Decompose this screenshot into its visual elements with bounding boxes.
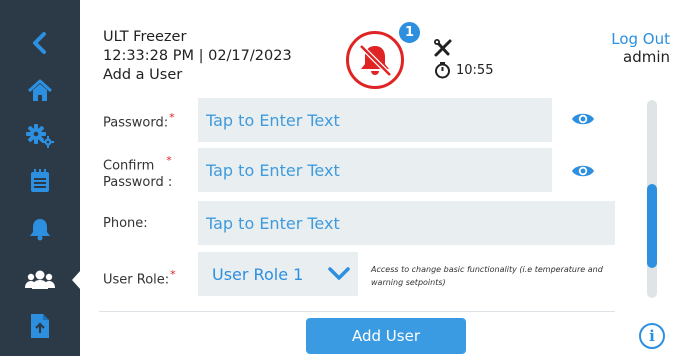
user-role-value: User Role 1 bbox=[212, 264, 304, 284]
password-input[interactable] bbox=[198, 98, 552, 142]
back-icon bbox=[33, 32, 46, 54]
bell-icon bbox=[30, 219, 50, 241]
password-label: Password:* bbox=[103, 111, 175, 131]
page-title: Add a User bbox=[103, 67, 183, 83]
sidebar bbox=[0, 0, 81, 356]
required-mark: * bbox=[166, 154, 172, 167]
confirm-password-input[interactable] bbox=[198, 148, 552, 192]
device-name: ULT Freezer bbox=[103, 29, 187, 45]
info-icon[interactable]: i bbox=[639, 323, 665, 349]
alarm-button[interactable] bbox=[346, 31, 404, 89]
home-button[interactable] bbox=[0, 67, 80, 115]
show-confirm-password-icon[interactable] bbox=[571, 162, 595, 180]
alarms-button[interactable] bbox=[0, 205, 80, 253]
settings-button[interactable] bbox=[0, 112, 80, 160]
tools-icon[interactable] bbox=[433, 38, 453, 58]
user-role-select[interactable]: User Role 1 bbox=[198, 252, 358, 296]
users-button[interactable] bbox=[0, 256, 80, 304]
divider bbox=[99, 311, 615, 312]
export-button[interactable] bbox=[0, 302, 80, 350]
add-user-button[interactable]: Add User bbox=[306, 318, 466, 354]
log-button[interactable] bbox=[0, 157, 80, 205]
chevron-down-icon bbox=[328, 267, 350, 280]
user-role-description: Access to change basic functionality (i.… bbox=[371, 265, 603, 287]
show-password-icon[interactable] bbox=[571, 110, 595, 128]
user-role-label: User Role:* bbox=[103, 268, 176, 288]
alarm-count-badge: 1 bbox=[397, 20, 422, 45]
username: admin bbox=[623, 48, 670, 66]
users-icon bbox=[25, 270, 55, 289]
bell-muted-icon bbox=[359, 44, 392, 77]
required-mark: * bbox=[169, 111, 175, 124]
phone-input[interactable] bbox=[198, 201, 615, 245]
timer-icon bbox=[435, 62, 450, 79]
settings-icon bbox=[26, 124, 54, 148]
datetime: 12:33:28 PM | 02/17/2023 bbox=[103, 48, 292, 64]
logout-link[interactable]: Log Out bbox=[611, 30, 670, 48]
timer-value: 10:55 bbox=[456, 63, 494, 78]
back-button[interactable] bbox=[0, 19, 80, 67]
export-icon bbox=[31, 314, 49, 338]
active-indicator bbox=[72, 270, 81, 290]
home-icon bbox=[27, 79, 53, 101]
phone-label: Phone: bbox=[103, 216, 148, 231]
confirm-password-label: Confirm * Password : bbox=[103, 154, 173, 191]
log-icon bbox=[31, 169, 49, 192]
required-mark: * bbox=[170, 268, 176, 281]
scrollbar-thumb[interactable] bbox=[647, 184, 657, 268]
